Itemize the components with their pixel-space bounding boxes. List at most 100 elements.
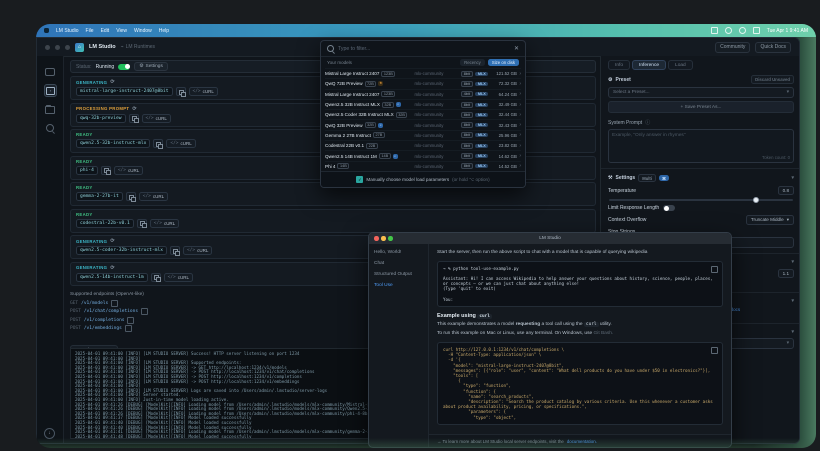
server-toggle[interactable] xyxy=(118,64,130,70)
panel-tab[interactable]: Info xyxy=(608,60,630,70)
temperature-slider[interactable] xyxy=(609,199,793,201)
minimize-window-button[interactable] xyxy=(55,45,60,50)
spotlight-icon[interactable] xyxy=(753,27,760,34)
my-models-tab-icon[interactable] xyxy=(44,104,55,115)
docs-sidebar-item[interactable]: Structured Output xyxy=(374,272,423,277)
copy-endpoint-button[interactable] xyxy=(111,300,118,307)
publisher-label: mlx-community xyxy=(414,123,457,128)
copy-model-id-button[interactable] xyxy=(170,246,180,255)
menu-bar-item[interactable]: View xyxy=(116,28,127,34)
model-identifier-pill[interactable]: qwen2.5-32b-instruct-mlx xyxy=(76,139,150,148)
model-picker-row[interactable]: Qwen2.5 32B Instruct MLX 32B ⌕ mlx-commu… xyxy=(325,99,521,109)
docs-sidebar-item[interactable]: Tool Use xyxy=(374,283,423,288)
repeat-penalty-value[interactable]: 1.1 xyxy=(778,269,794,278)
model-picker-row[interactable]: Mistral Large Instruct 2407 123B mlx-com… xyxy=(325,89,521,99)
curl-example-button[interactable]: </>cURL xyxy=(150,219,179,228)
collapse-settings-icon[interactable]: ▾ xyxy=(791,175,794,181)
model-picker-row[interactable]: Gemma 2 27B Instruct 27B mlx-community 8… xyxy=(325,130,521,140)
model-identifier-pill[interactable]: gemma-2-27b-it xyxy=(76,192,123,201)
sort-size-button[interactable]: Size on disk xyxy=(488,59,519,66)
discard-unsaved-button[interactable]: Discard Unsaved xyxy=(751,75,794,84)
system-prompt-textarea[interactable]: Example, "Only answer in rhymes" Token c… xyxy=(608,129,794,163)
collapse-sampling-icon[interactable]: ▾ xyxy=(791,259,794,265)
developer-tab-icon[interactable]: › xyxy=(44,84,57,97)
model-identifier-pill[interactable]: codestral-22b-v0.1 xyxy=(76,219,134,228)
copy-model-id-button[interactable] xyxy=(153,139,163,148)
chat-tab-icon[interactable] xyxy=(44,66,55,77)
settings-mode-icon[interactable]: ⌘ xyxy=(659,175,669,181)
menu-bar-item[interactable]: Edit xyxy=(101,28,110,34)
menu-bar-item[interactable]: Help xyxy=(159,28,169,34)
limit-response-toggle[interactable] xyxy=(663,205,675,211)
copy-model-id-button[interactable] xyxy=(101,166,111,175)
curl-example-button[interactable]: </>cURL xyxy=(166,139,195,148)
model-picker-row[interactable]: Phi 4 14B mlx-community 8bit MLX 14.52 G… xyxy=(325,161,521,171)
model-search-input[interactable]: Type to filter... xyxy=(338,46,510,52)
tool-capability-icon: ⌕ xyxy=(393,154,398,159)
docs-sidebar-item[interactable]: Chat xyxy=(374,261,423,266)
multi-badge[interactable]: Multi xyxy=(638,174,656,182)
panel-tab[interactable]: Load xyxy=(668,60,693,70)
discover-tab-icon[interactable] xyxy=(44,122,55,133)
model-identifier-pill[interactable]: mistral-large-instruct-2407@8bit xyxy=(76,87,173,96)
panel-tab[interactable]: Inference xyxy=(632,60,666,70)
sort-recency-button[interactable]: Recency xyxy=(460,59,485,66)
collapse-structured-icon[interactable]: ▾ xyxy=(791,298,794,304)
preset-select[interactable]: Select a Preset... ▾ xyxy=(608,87,794,98)
curl-example-button[interactable]: </>cURL xyxy=(139,192,168,201)
copy-code-button[interactable] xyxy=(711,266,718,273)
model-picker-row[interactable]: Codestral 22B v0.1 22B mlx-community 8bi… xyxy=(325,140,521,150)
git-bash-link[interactable]: Git Bash. xyxy=(594,331,614,336)
model-picker-row[interactable]: Qwen2.5 14B Instruct 1M 14B ⌕ mlx-commun… xyxy=(325,150,521,160)
model-identifier-pill[interactable]: qwen2.5-coder-32b-instruct-mlx xyxy=(76,246,167,255)
curl-example-button[interactable]: </>cURL xyxy=(183,246,212,255)
copy-model-id-button[interactable] xyxy=(137,219,147,228)
copy-model-id-button[interactable] xyxy=(129,114,139,123)
temperature-value[interactable]: 0.8 xyxy=(778,186,794,195)
model-picker-row[interactable]: QwQ 72B Preview 72B ★ mlx-community 8bit… xyxy=(325,78,521,88)
curl-example-button[interactable]: </>cURL xyxy=(189,87,218,96)
model-picker-row[interactable]: Qwen2.5 Coder 32B Instruct MLX 32B mlx-c… xyxy=(325,109,521,119)
copy-endpoint-button[interactable] xyxy=(125,325,132,332)
docs-sidebar-item[interactable]: Hello, World! xyxy=(374,250,423,255)
format-badge: MLX xyxy=(475,133,488,137)
model-identifier-pill[interactable]: qwq-32b-preview xyxy=(76,114,126,123)
close-window-button[interactable] xyxy=(45,45,50,50)
save-preset-button[interactable]: + Save Preset As... xyxy=(608,101,794,113)
publisher-label: mlx-community xyxy=(414,81,457,86)
lm-runtimes-button[interactable]: ⌁LM Runtimes xyxy=(121,44,155,50)
copy-model-id-button[interactable] xyxy=(126,192,136,201)
copy-model-id-button[interactable] xyxy=(151,273,161,282)
copy-endpoint-button[interactable] xyxy=(127,317,134,324)
menu-bar-item[interactable]: File xyxy=(86,28,94,34)
curl-example-button[interactable]: </>cURL xyxy=(142,114,171,123)
control-center-icon[interactable] xyxy=(739,27,746,34)
copy-endpoint-button[interactable] xyxy=(141,308,148,315)
copy-model-id-button[interactable] xyxy=(176,87,186,96)
model-name: Codestral 22B v0.1 xyxy=(325,143,364,148)
model-identifier-pill[interactable]: phi-4 xyxy=(76,166,98,175)
docs-content[interactable]: Start the server, then run the above scr… xyxy=(429,244,731,435)
copy-code-button[interactable] xyxy=(711,347,718,354)
model-picker-row[interactable]: QwQ 32B Preview 32B ⌕ mlx-community 8bit… xyxy=(325,119,521,129)
curl-example-button[interactable]: </>cURL xyxy=(164,273,193,282)
model-name: Qwen2.5 14B Instruct 1M xyxy=(325,154,377,159)
server-settings-button[interactable]: ⚙Settings xyxy=(134,62,168,71)
menu-bar-item[interactable]: LM Studio xyxy=(56,28,79,34)
close-icon[interactable]: ✕ xyxy=(514,45,519,52)
manual-load-params-checkbox[interactable]: ✓ xyxy=(356,176,363,183)
apple-menu-icon[interactable] xyxy=(44,28,49,33)
collapse-template-icon[interactable]: ▾ xyxy=(791,329,794,335)
curl-example-button[interactable]: </>cURL xyxy=(114,166,143,175)
slider-knob[interactable] xyxy=(753,197,759,203)
menu-bar-clock[interactable]: Tue Apr 1 9:41 AM xyxy=(767,28,808,34)
context-overflow-select[interactable]: Truncate Middle▾ xyxy=(746,215,794,225)
menu-bar-item[interactable]: Window xyxy=(134,28,152,34)
documentation-link[interactable]: documentation. xyxy=(567,439,597,444)
zoom-window-button[interactable] xyxy=(65,45,70,50)
model-picker-row[interactable]: Mistral Large Instruct 2407 123B mlx-com… xyxy=(325,68,521,78)
quick-docs-button[interactable]: Quick Docs xyxy=(755,42,791,53)
model-identifier-pill[interactable]: qwen2.5-14b-instruct-1m xyxy=(76,273,148,282)
community-button[interactable]: Community xyxy=(715,42,750,53)
downloads-icon[interactable]: ↓ xyxy=(44,428,55,439)
